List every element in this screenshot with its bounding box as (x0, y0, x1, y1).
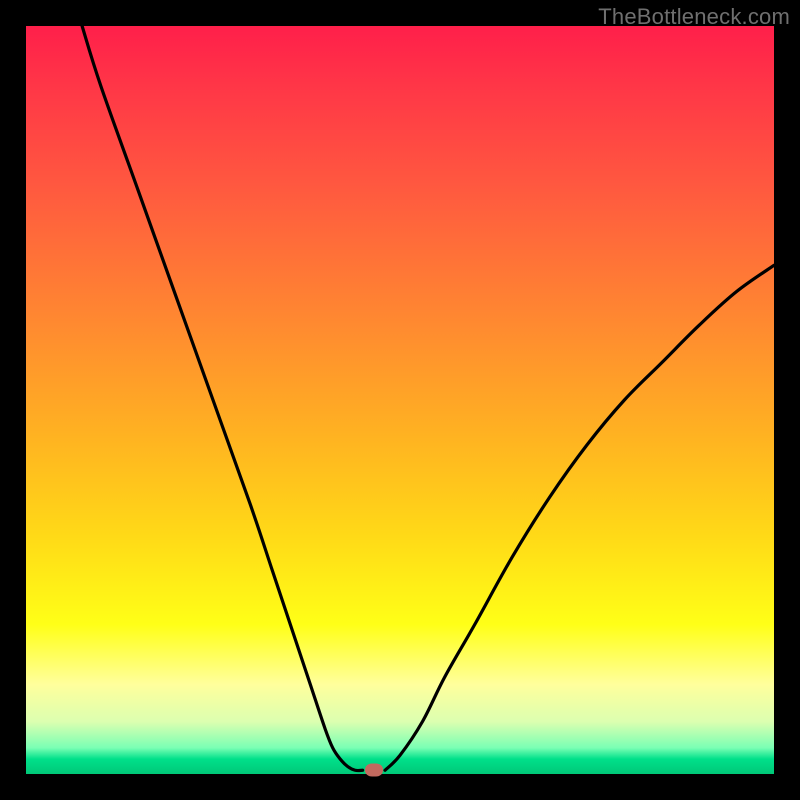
curve-left-branch (82, 26, 363, 771)
plot-gradient-area (26, 26, 774, 774)
curve-right-branch (385, 265, 774, 770)
bottleneck-curve (26, 26, 774, 774)
minimum-marker (365, 764, 383, 777)
chart-frame: TheBottleneck.com (0, 0, 800, 800)
